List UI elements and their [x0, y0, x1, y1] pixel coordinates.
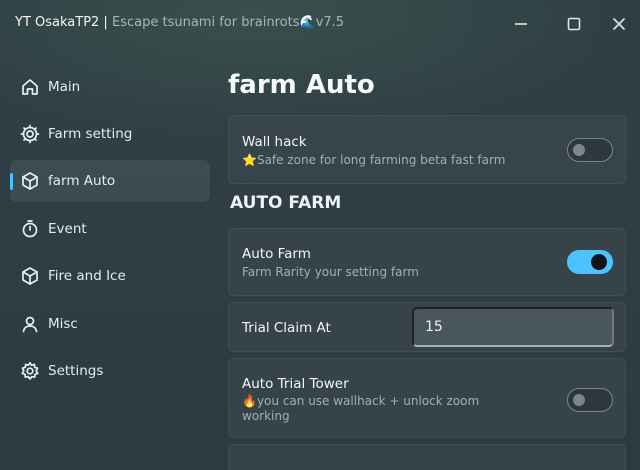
- auto-farm-title: Auto Farm: [242, 246, 311, 262]
- minimize-icon: [515, 23, 527, 25]
- close-icon: [612, 17, 626, 31]
- app-window: YT OsakaTP2 | Escape tsunami for brainro…: [0, 0, 640, 470]
- active-indicator: [10, 173, 13, 190]
- sidebar-item-label: Farm setting: [48, 126, 133, 142]
- sidebar-item-fire-and-ice[interactable]: Fire and Ice: [10, 255, 210, 297]
- window-title: YT OsakaTP2 |: [15, 15, 108, 30]
- sidebar-item-event[interactable]: Event: [10, 208, 210, 250]
- sidebar-item-label: Fire and Ice: [48, 268, 126, 284]
- home-icon: [20, 77, 40, 97]
- trial-claim-card: Trial Claim At: [228, 302, 626, 352]
- fire-icon: 🔥: [242, 394, 257, 408]
- window-subtitle: Escape tsunami for brainrots🌊v7.5: [112, 15, 344, 30]
- auto-trial-tower-toggle[interactable]: [567, 388, 613, 412]
- maximize-icon: [567, 17, 581, 31]
- close-button[interactable]: [605, 10, 633, 38]
- window-subtitle-text: Escape tsunami for brainrots: [112, 15, 300, 30]
- wave-icon: 🌊: [299, 15, 316, 30]
- sidebar-item-label: Main: [48, 79, 81, 95]
- auto-trial-tower-description-text: you can use wallhack + unlock zoom worki…: [242, 394, 480, 423]
- toggle-knob: [573, 144, 585, 156]
- settings-icon: [20, 361, 40, 381]
- sidebar-item-farm-auto[interactable]: farm Auto: [10, 160, 210, 202]
- page-title: farm Auto: [228, 70, 375, 100]
- auto-trial-tower-description: 🔥you can use wallhack + unlock zoom work…: [242, 394, 512, 424]
- next-card: [228, 444, 626, 470]
- wall-hack-description-text: Safe zone for long farming beta fast far…: [256, 153, 506, 167]
- sidebar-item-misc[interactable]: Misc: [10, 303, 210, 345]
- cube-icon: [20, 266, 40, 286]
- sidebar-item-label: Settings: [48, 363, 104, 379]
- toggle-knob: [573, 394, 585, 406]
- cube-icon: [20, 171, 40, 191]
- sidebar-item-label: Misc: [48, 316, 78, 332]
- gear-cog-icon: [20, 124, 40, 144]
- auto-farm-description: Farm Rarity your setting farm: [242, 265, 419, 279]
- version-label: v7.5: [315, 15, 345, 30]
- sidebar-item-farm-setting[interactable]: Farm setting: [10, 113, 210, 155]
- sidebar-item-main[interactable]: Main: [10, 66, 210, 108]
- wall-hack-toggle[interactable]: [567, 138, 613, 162]
- auto-trial-tower-title: Auto Trial Tower: [242, 376, 349, 392]
- wall-hack-description: ⭐Safe zone for long farming beta fast fa…: [242, 153, 542, 168]
- maximize-button[interactable]: [560, 10, 588, 38]
- user-icon: [20, 314, 40, 334]
- toggle-knob: [591, 254, 607, 270]
- wall-hack-title: Wall hack: [242, 134, 307, 150]
- stopwatch-icon: [20, 219, 40, 239]
- sidebar-item-label: Event: [48, 221, 87, 237]
- star-icon: ⭐: [242, 153, 257, 167]
- sidebar-item-settings[interactable]: Settings: [10, 350, 210, 392]
- trial-claim-input[interactable]: [412, 307, 614, 347]
- auto-trial-tower-card: Auto Trial Tower 🔥you can use wallhack +…: [228, 358, 626, 438]
- minimize-button[interactable]: [507, 10, 535, 38]
- sidebar-item-label: farm Auto: [48, 173, 116, 189]
- trial-claim-title: Trial Claim At: [242, 320, 331, 336]
- auto-farm-toggle[interactable]: [567, 250, 613, 274]
- auto-farm-card: Auto Farm Farm Rarity your setting farm: [228, 228, 626, 296]
- wall-hack-card: Wall hack ⭐Safe zone for long farming be…: [228, 115, 626, 184]
- section-title: AUTO FARM: [230, 193, 342, 213]
- title-bar: YT OsakaTP2 | Escape tsunami for brainro…: [0, 0, 640, 48]
